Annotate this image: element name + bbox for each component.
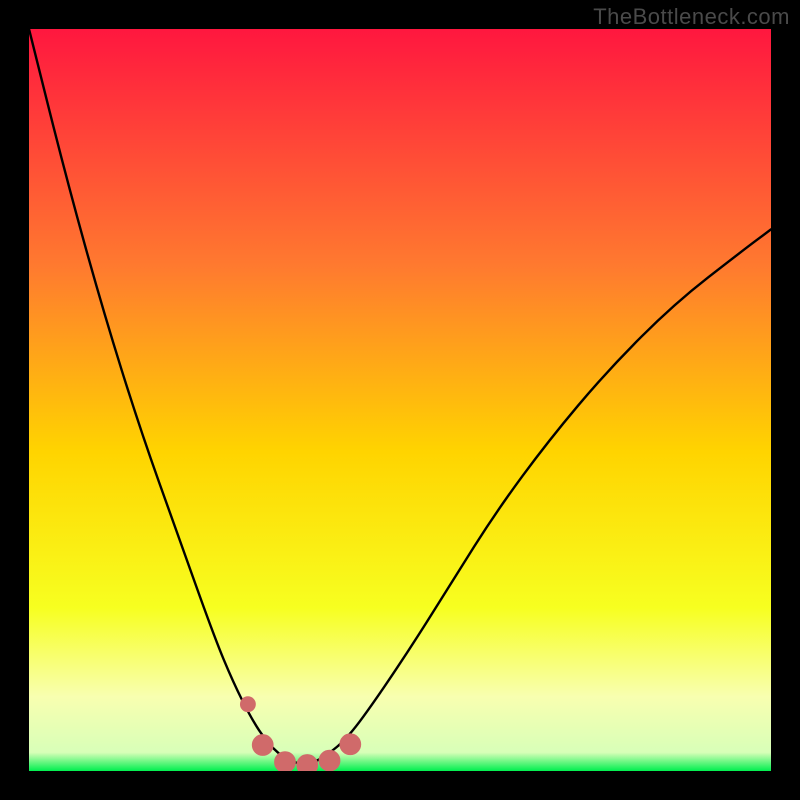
gradient-background — [29, 29, 771, 771]
marker-mid-2 — [297, 755, 318, 771]
plot-area — [29, 29, 771, 771]
marker-left — [252, 735, 273, 756]
marker-dot — [240, 697, 255, 712]
marker-mid-1 — [275, 752, 296, 771]
watermark-text: TheBottleneck.com — [593, 4, 790, 30]
plot-svg — [29, 29, 771, 771]
marker-right — [340, 734, 361, 755]
chart-frame: TheBottleneck.com — [0, 0, 800, 800]
marker-mid-3 — [319, 750, 340, 771]
